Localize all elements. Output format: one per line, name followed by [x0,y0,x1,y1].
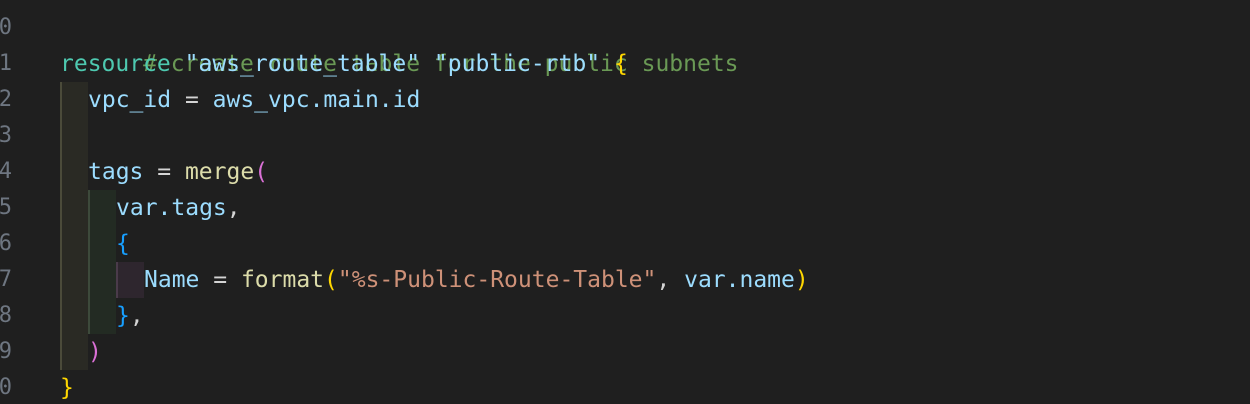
code-line[interactable]: vpc_id = aws_vpc.main.id [88,82,420,118]
line-number: 5 [0,195,12,220]
code-line[interactable]: Name = format("%s-Public-Route-Table", v… [144,262,809,298]
indent-guide [88,190,116,334]
line-number: 8 [0,303,12,328]
operator-token: = [199,267,241,293]
code-text-area[interactable]: # create route table for the public subn… [60,0,1250,404]
line-number: 6 [0,231,12,256]
bracket-token: ) [88,339,102,365]
bracket-token: } [116,303,130,329]
indent-guide [116,262,144,298]
operator-token: = [171,87,213,113]
line-number: 1 [0,51,12,76]
punctuation-token: , [656,267,685,293]
indent-guide [60,82,88,370]
attribute-token: tags [88,159,144,185]
code-line[interactable]: } [60,370,74,404]
string-token: "public-rtb" [433,51,601,77]
punctuation-token: , [226,195,241,221]
function-token: format [240,267,325,293]
string-token: "%s-Public-Route-Table" [337,267,657,293]
bracket-token: { [116,231,130,257]
code-line[interactable]: ) [88,334,102,370]
function-token: merge [184,159,255,185]
line-number-gutter: 0 1 2 3 4 5 6 7 8 9 0 [0,0,20,404]
bracket-token: ( [254,159,269,185]
line-number: 0 [0,375,12,400]
reference-token: var.tags [116,195,227,221]
code-line[interactable]: var.tags, [116,190,241,226]
line-number: 2 [0,87,12,112]
reference-token: aws_vpc.main.id [212,87,421,113]
code-line[interactable]: # create route table for the public subn… [60,10,738,77]
string-token: "aws_route_table" [184,51,421,77]
bracket-token: ) [794,267,809,293]
operator-token: = [143,159,185,185]
bracket-token: } [60,375,74,401]
attribute-token: vpc_id [88,87,172,113]
line-number: 4 [0,159,12,184]
code-line[interactable]: { [116,226,130,262]
code-line[interactable]: tags = merge( [88,154,268,190]
bracket-token: { [613,51,628,77]
attribute-token: Name [144,267,200,293]
code-line[interactable]: resource "aws_route_table" "public-rtb" … [60,46,628,82]
line-number: 7 [0,267,12,292]
line-number: 9 [0,339,12,364]
reference-token: var.name [684,267,795,293]
code-editor[interactable]: 0 1 2 3 4 5 6 7 8 9 0 # create route tab… [0,0,1250,404]
keyword-token: resource [60,51,171,77]
line-number: 0 [0,15,12,40]
line-number: 3 [0,123,12,148]
bracket-token: ( [324,267,338,293]
code-line[interactable]: }, [116,298,144,334]
punctuation-token: , [129,303,144,329]
